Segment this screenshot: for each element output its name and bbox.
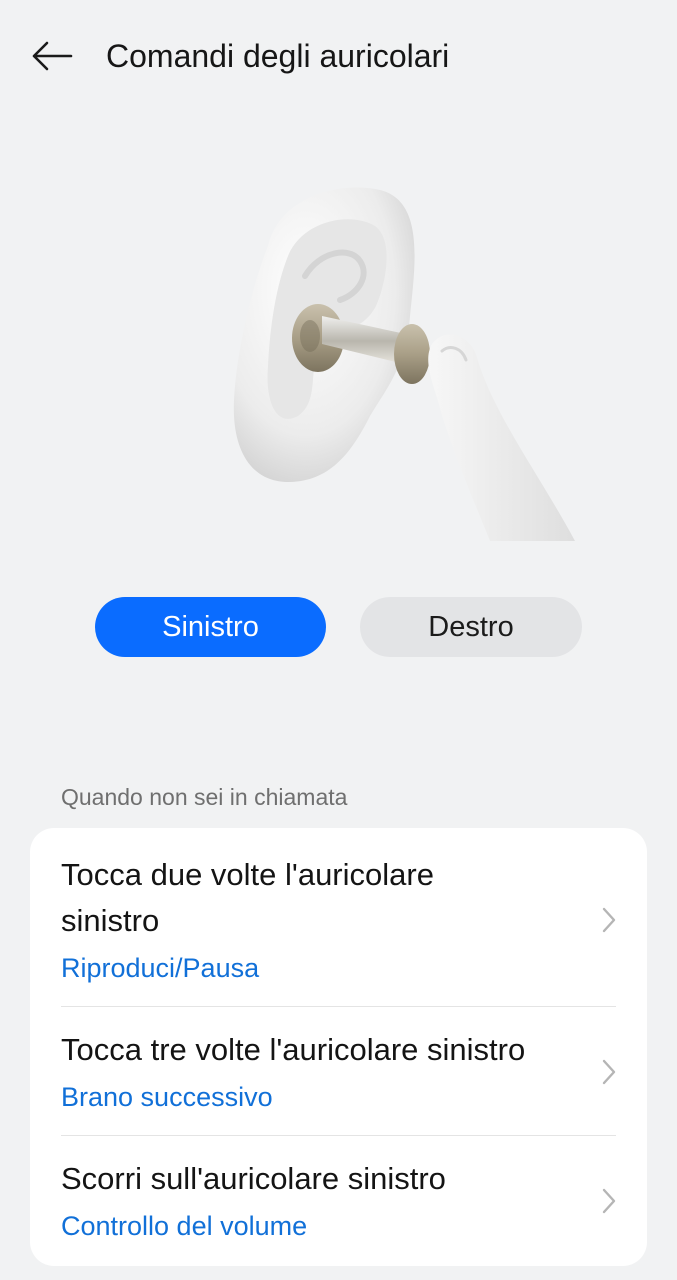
list-item-value: Controllo del volume — [61, 1211, 308, 1241]
list-item-swipe[interactable]: Scorri sull'auricolare sinistro Controll… — [30, 1136, 647, 1266]
section-caption: Quando non sei in chiamata — [61, 784, 348, 810]
earbud-illustration — [210, 176, 590, 546]
left-earbud-tab[interactable]: Sinistro — [95, 597, 326, 657]
chevron-right-icon — [602, 1188, 616, 1214]
list-item-value: Riproduci/Pausa — [61, 953, 260, 983]
arrow-left-icon — [32, 41, 73, 71]
list-item-value: Brano successivo — [61, 1082, 273, 1112]
list-item-title: Tocca tre volte l'auricolare sinistro — [61, 1032, 526, 1067]
app-header: Comandi degli auricolari — [0, 0, 677, 112]
back-button[interactable] — [26, 30, 78, 82]
list-item-double-tap[interactable]: Tocca due volte l'auricolare sinistro Ri… — [30, 828, 647, 1006]
list-item-triple-tap[interactable]: Tocca tre volte l'auricolare sinistro Br… — [30, 1007, 647, 1135]
list-item-title: Tocca due volte l'auricolare sinistro — [61, 857, 434, 938]
page-title: Comandi degli auricolari — [106, 38, 450, 74]
list-item-title: Scorri sull'auricolare sinistro — [61, 1161, 446, 1196]
chevron-right-icon — [602, 1059, 616, 1085]
chevron-right-icon — [602, 907, 616, 933]
right-earbud-tab[interactable]: Destro — [360, 597, 582, 657]
gesture-settings-card: Tocca due volte l'auricolare sinistro Ri… — [30, 828, 647, 1266]
